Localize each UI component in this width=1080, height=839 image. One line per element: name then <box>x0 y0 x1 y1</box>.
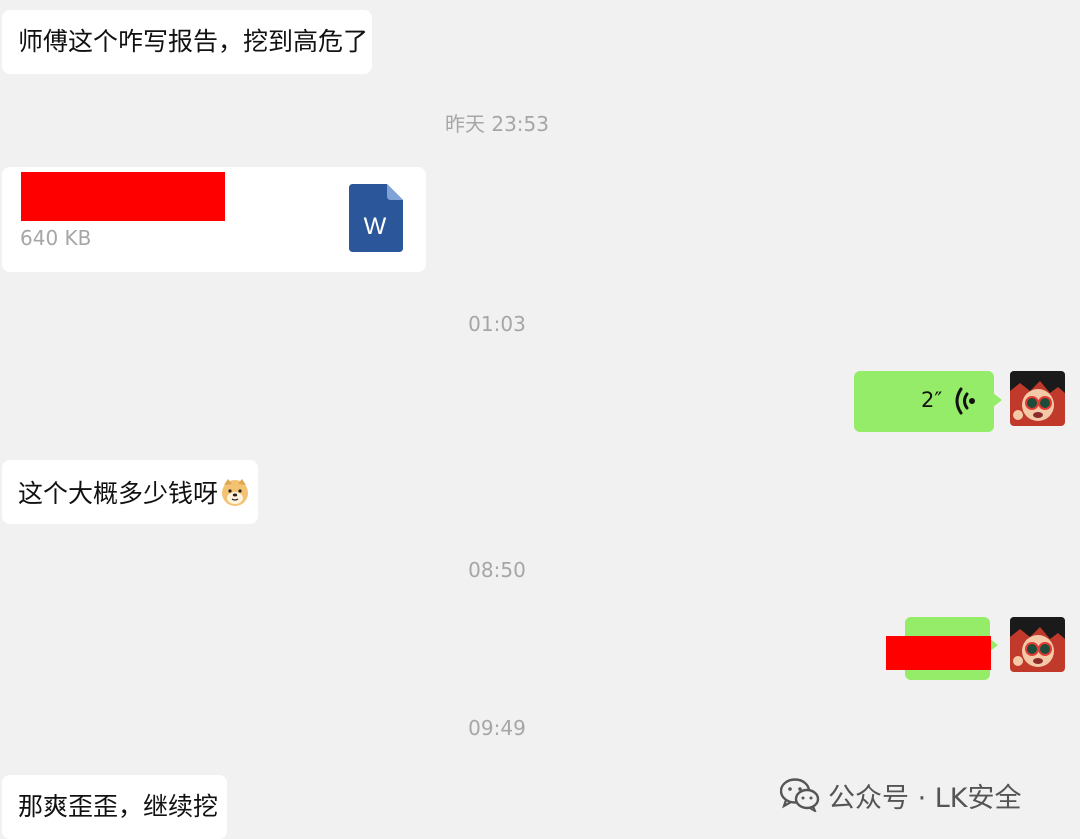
message-bubble-incoming[interactable]: 那爽歪歪，继续挖 <box>2 775 227 839</box>
avatar-image <box>1010 371 1065 426</box>
avatar-image <box>1010 617 1065 672</box>
watermark-text: 公众号 · LK安全 <box>828 782 1022 814</box>
file-size: 640 KB <box>20 226 92 250</box>
avatar[interactable] <box>1010 371 1065 426</box>
wechat-icon <box>780 778 820 812</box>
svg-text:W: W <box>364 213 387 240</box>
bubble-tail <box>993 393 1002 407</box>
message-text: 那爽歪歪，继续挖 <box>18 792 219 821</box>
file-message-card[interactable]: 640 KB W <box>2 167 426 272</box>
timestamp: 昨天 23:53 <box>445 112 549 136</box>
voice-wave-icon <box>955 387 975 415</box>
voice-duration: 2″ <box>921 388 943 412</box>
doge-emoji-icon <box>222 479 249 506</box>
watermark: 公众号 · LK安全 <box>780 776 1022 814</box>
timestamp: 08:50 <box>468 558 526 582</box>
avatar[interactable] <box>1010 617 1065 672</box>
redacted-file-name <box>21 172 225 221</box>
timestamp: 09:49 <box>468 716 526 740</box>
word-doc-icon: W <box>349 184 403 252</box>
redacted-message-text <box>886 636 991 670</box>
message-text: 师傅这个咋写报告，挖到高危了 <box>18 27 369 56</box>
message-bubble-incoming[interactable]: 这个大概多少钱呀 <box>2 460 258 524</box>
timestamp: 01:03 <box>468 312 526 336</box>
message-text: 这个大概多少钱呀 <box>18 479 219 508</box>
message-bubble-incoming[interactable]: 师傅这个咋写报告，挖到高危了 <box>2 10 372 74</box>
